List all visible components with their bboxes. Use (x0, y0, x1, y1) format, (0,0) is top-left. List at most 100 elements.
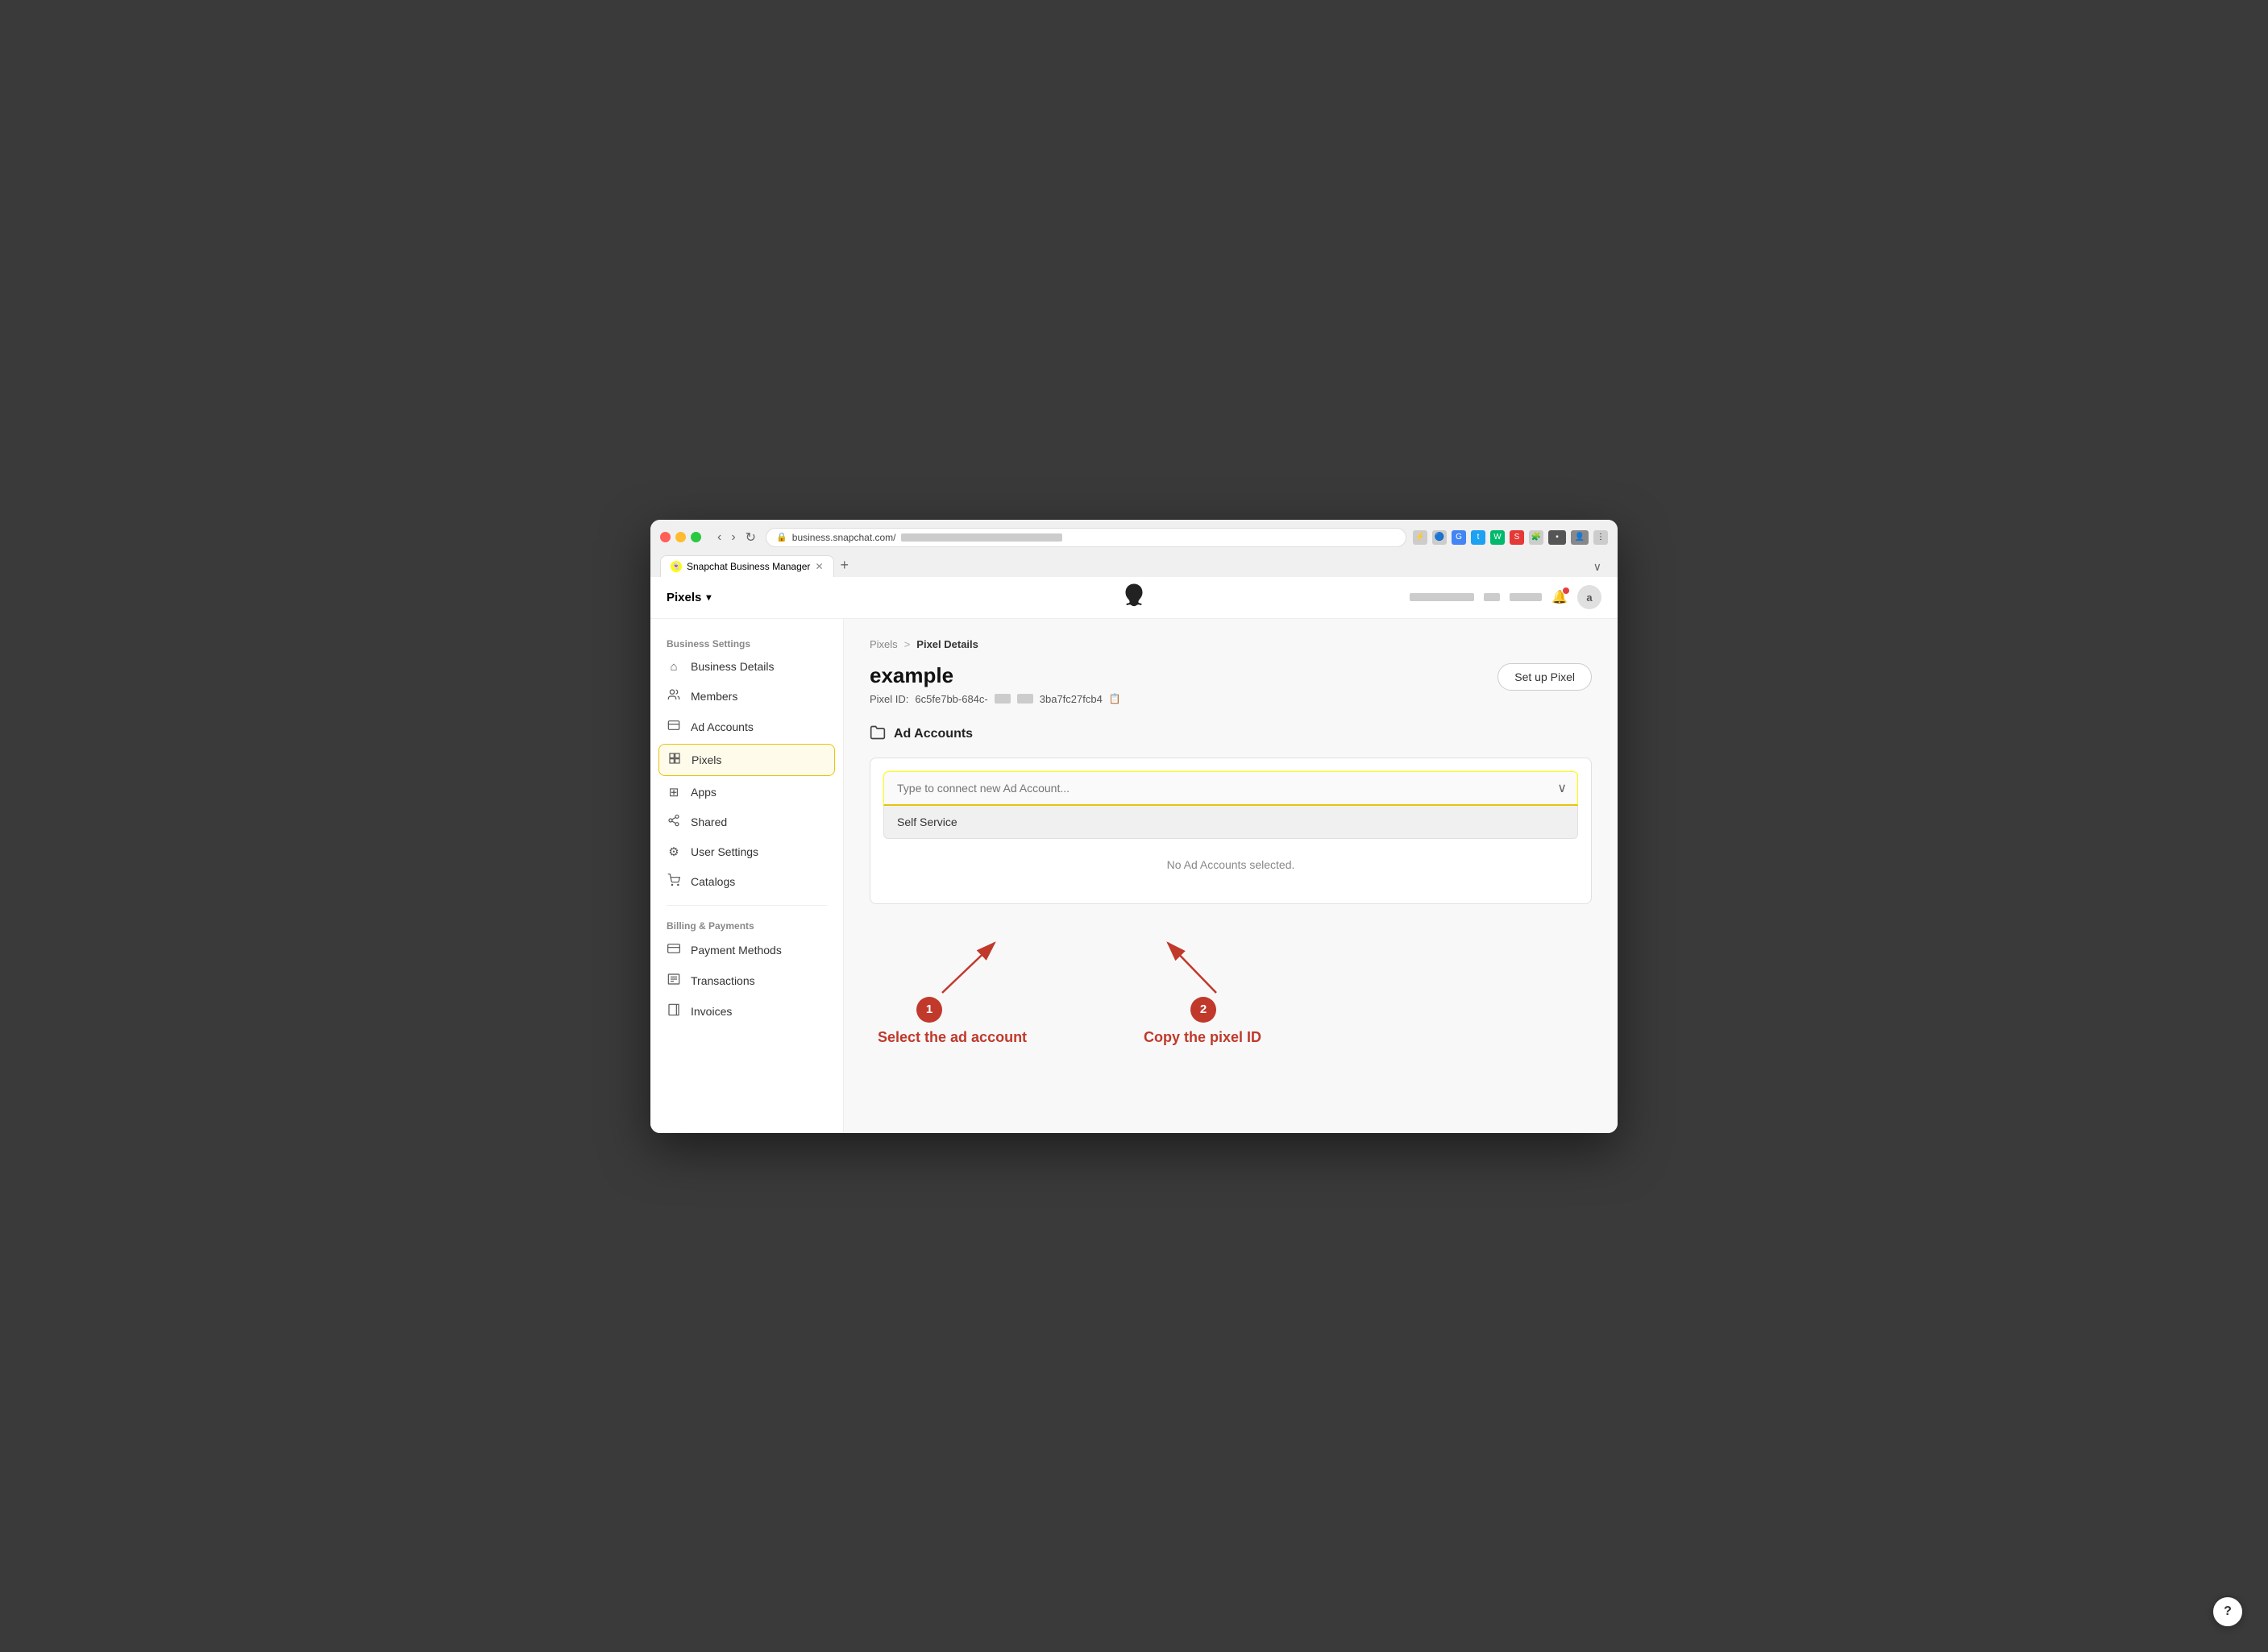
connect-ad-account-input[interactable] (883, 771, 1578, 806)
step2-badge: 2 (1190, 997, 1216, 1023)
address-bar[interactable]: 🔒 business.snapchat.com/ (766, 528, 1406, 547)
url-blurred (901, 533, 1062, 542)
sidebar-item-invoices[interactable]: Invoices (650, 996, 843, 1027)
sidebar-label-invoices: Invoices (691, 1005, 732, 1018)
notification-icon[interactable]: 🔔 (1551, 589, 1568, 605)
back-button[interactable]: ‹ (714, 528, 725, 547)
user-role-blurred (1484, 593, 1500, 601)
browser-window: ‹ › ↻ 🔒 business.snapchat.com/ ⚡ 🔵 G t W… (650, 520, 1618, 1133)
pixel-id-blurred2 (1017, 694, 1033, 704)
sidebar-label-catalogs: Catalogs (691, 875, 735, 888)
section-header: Ad Accounts (870, 724, 1592, 745)
user-name-blurred (1410, 593, 1474, 601)
sidebar-label-members: Members (691, 690, 737, 703)
sidebar-item-user-settings[interactable]: ⚙ User Settings (650, 837, 843, 866)
sidebar-label-pixels: Pixels (692, 753, 721, 766)
step1-badge: 1 (916, 997, 942, 1023)
ext-icon-4[interactable]: t (1471, 530, 1485, 545)
page-header-left: example Pixel ID: 6c5fe7bb-684c- 3ba7fc2… (870, 663, 1121, 705)
top-bar-right: 🔔 a (1410, 585, 1601, 609)
business-settings-label: Business Settings (650, 632, 843, 653)
sidebar-item-members[interactable]: Members (650, 681, 843, 712)
copy-icon[interactable]: 📋 (1109, 693, 1121, 704)
address-bar-row: 🔒 business.snapchat.com/ ⚡ 🔵 G t W S 🧩 ▪… (766, 528, 1608, 547)
url-text: business.snapchat.com/ (792, 532, 896, 543)
maximize-button[interactable] (691, 532, 701, 542)
notification-dot (1563, 587, 1569, 594)
connect-input-row: ∨ (883, 771, 1578, 806)
tab-title: Snapchat Business Manager (687, 561, 810, 572)
sidebar-item-payment-methods[interactable]: Payment Methods (650, 935, 843, 965)
sidebar-item-pixels[interactable]: Pixels (658, 744, 835, 776)
ad-accounts-icon (667, 719, 681, 735)
pixels-icon (667, 752, 682, 768)
ad-accounts-panel: ∨ Self Service No Ad Accounts selected. (870, 758, 1592, 904)
annotation-arrows (870, 936, 1595, 1114)
invoices-icon (667, 1003, 681, 1019)
folder-icon (870, 724, 886, 745)
chevron-down-icon: ▾ (706, 591, 711, 603)
lock-icon: 🔒 (776, 532, 787, 542)
sidebar-label-user-settings: User Settings (691, 845, 758, 858)
sidebar-item-apps[interactable]: ⊞ Apps (650, 778, 843, 807)
refresh-button[interactable]: ↻ (742, 528, 759, 547)
payment-icon (667, 942, 681, 958)
browser-controls: ‹ › ↻ 🔒 business.snapchat.com/ ⚡ 🔵 G t W… (660, 528, 1608, 547)
forward-button[interactable]: › (728, 528, 738, 547)
step2-number: 2 (1200, 1002, 1207, 1016)
ext-icon-5[interactable]: W (1490, 530, 1505, 545)
extension-icons: ⚡ 🔵 G t W S 🧩 ▪ 👤 ⋮ (1413, 530, 1608, 545)
close-button[interactable] (660, 532, 671, 542)
ext-icon-3[interactable]: G (1452, 530, 1466, 545)
browser-tabs: 👻 Snapchat Business Manager ✕ + ∨ (660, 554, 1608, 577)
tab-favicon: 👻 (671, 561, 682, 572)
transactions-icon (667, 973, 681, 989)
top-bar: Pixels ▾ 🔔 a (650, 577, 1618, 619)
step2-label: Copy the pixel ID (1144, 1029, 1261, 1046)
sidebar-label-ad-accounts: Ad Accounts (691, 720, 754, 733)
active-tab[interactable]: 👻 Snapchat Business Manager ✕ (660, 555, 834, 577)
sidebar-item-catalogs[interactable]: Catalogs (650, 866, 843, 897)
settings-icon: ⚙ (667, 845, 681, 859)
sidebar-item-business-details[interactable]: ⌂ Business Details (650, 653, 843, 681)
main-area: Business Settings ⌂ Business Details Mem… (650, 619, 1618, 1133)
home-icon: ⌂ (667, 660, 681, 674)
ext-icon-6[interactable]: S (1510, 530, 1524, 545)
snapchat-logo (1122, 583, 1146, 612)
sidebar-item-transactions[interactable]: Transactions (650, 965, 843, 996)
menu-icon[interactable]: ⋮ (1593, 530, 1608, 545)
members-icon (667, 688, 681, 704)
shared-icon (667, 814, 681, 830)
page-title: example (870, 663, 1121, 688)
pixels-label: Pixels (667, 591, 701, 604)
sidebar: Business Settings ⌂ Business Details Mem… (650, 619, 844, 1133)
ext-icon-1[interactable]: ⚡ (1413, 530, 1427, 545)
ext-icon-2[interactable]: 🔵 (1432, 530, 1447, 545)
profile-icon[interactable]: 👤 (1571, 530, 1589, 545)
breadcrumb-parent[interactable]: Pixels (870, 638, 898, 650)
breadcrumb: Pixels > Pixel Details (870, 638, 1592, 650)
no-accounts-message: No Ad Accounts selected. (883, 839, 1578, 890)
sidebar-label-business-details: Business Details (691, 660, 775, 673)
pixel-id-value: 6c5fe7bb-684c- (915, 693, 987, 705)
ext-icon-split[interactable]: ▪ (1548, 530, 1566, 545)
tab-close-button[interactable]: ✕ (815, 561, 823, 572)
page-header: example Pixel ID: 6c5fe7bb-684c- 3ba7fc2… (870, 663, 1592, 705)
app-layout: Pixels ▾ 🔔 a Bu (650, 577, 1618, 1133)
minimize-button[interactable] (675, 532, 686, 542)
sidebar-label-payment-methods: Payment Methods (691, 944, 782, 957)
ext-icon-puzzle[interactable]: 🧩 (1529, 530, 1543, 545)
new-tab-button[interactable]: + (834, 554, 856, 577)
sidebar-label-transactions: Transactions (691, 974, 755, 987)
sidebar-item-shared[interactable]: Shared (650, 807, 843, 837)
avatar[interactable]: a (1577, 585, 1601, 609)
pixel-id-label: Pixel ID: (870, 693, 908, 705)
catalogs-icon (667, 874, 681, 890)
sidebar-item-ad-accounts[interactable]: Ad Accounts (650, 712, 843, 742)
step1-number: 1 (926, 1002, 933, 1016)
sidebar-divider (667, 905, 827, 906)
setup-pixel-button[interactable]: Set up Pixel (1497, 663, 1592, 691)
browser-menu[interactable]: ∨ (1587, 557, 1608, 577)
dropdown-option-self-service[interactable]: Self Service (883, 806, 1578, 839)
pixels-dropdown[interactable]: Pixels ▾ (667, 591, 711, 604)
